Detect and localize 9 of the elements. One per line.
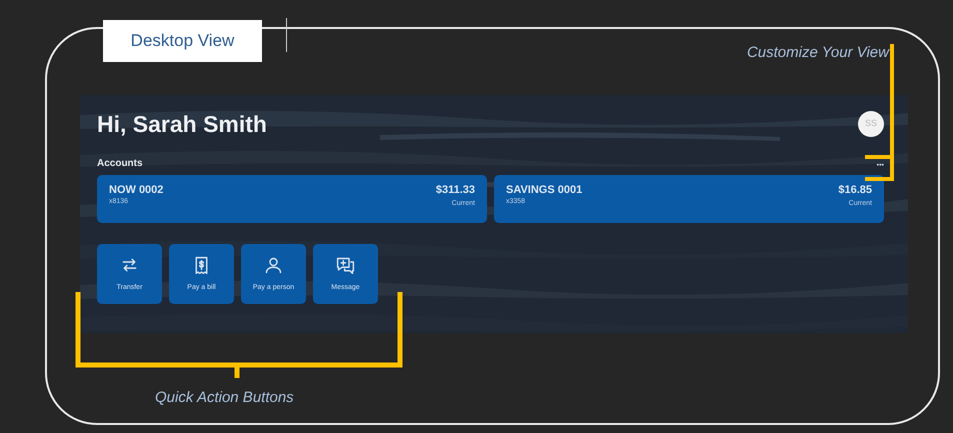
account-balance: $16.85 [838,184,872,198]
greeting-heading: Hi, Sarah Smith [97,110,267,139]
callout-label: Quick Action Buttons [155,388,294,408]
view-label: Desktop View [103,20,262,62]
account-name: SAVINGS 0001 [506,184,582,198]
account-balance: $311.33 [436,184,475,198]
account-name: NOW 0002 [109,184,164,198]
section-label: Accounts [97,156,143,170]
callout-label: Customize Your View [746,43,889,63]
